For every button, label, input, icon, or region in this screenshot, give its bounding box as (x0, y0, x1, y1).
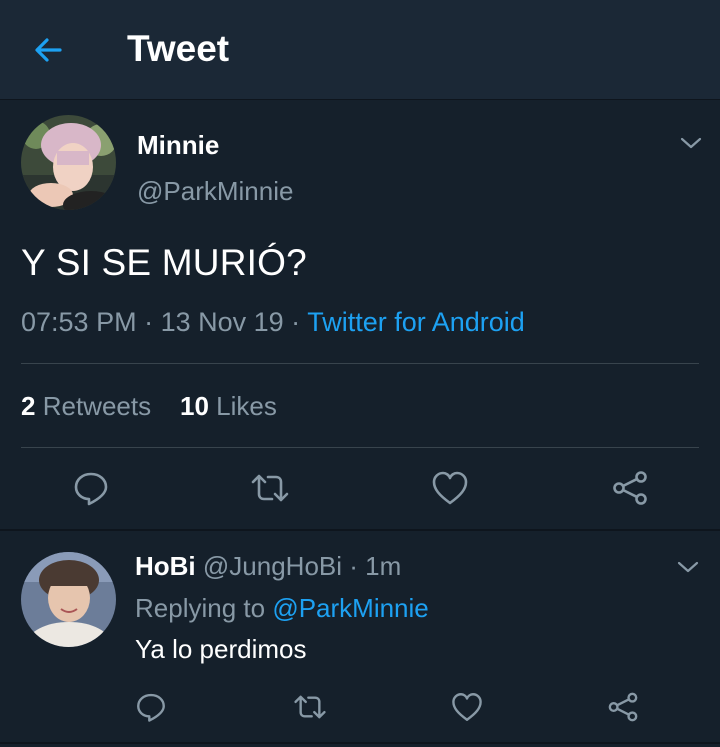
replying-to: Replying to @ParkMinnie (135, 593, 429, 624)
tweet-source-link[interactable]: Twitter for Android (307, 307, 525, 337)
tweet-time: 07:53 PM (21, 307, 137, 337)
app-header: Tweet (0, 0, 720, 100)
share-icon[interactable] (610, 468, 650, 508)
reply-text: Ya lo perdimos (135, 634, 307, 664)
reply-author-handle[interactable]: @JungHoBi (203, 551, 342, 581)
tweet-stats: 2 Retweets 10 Likes (21, 391, 277, 422)
section-divider (0, 529, 720, 531)
replying-mention-link[interactable]: @ParkMinnie (272, 593, 428, 623)
retweet-count[interactable]: 2 (21, 391, 35, 421)
like-heart-icon[interactable] (430, 468, 470, 508)
page-title: Tweet (127, 28, 230, 69)
reply-icon[interactable] (134, 690, 168, 724)
back-arrow-icon[interactable] (30, 32, 66, 68)
author-name[interactable]: Minnie (137, 130, 219, 161)
author-handle[interactable]: @ParkMinnie (137, 176, 293, 207)
chevron-down-icon[interactable] (679, 131, 703, 155)
author-avatar[interactable] (21, 115, 116, 210)
reply-header: HoBi @JungHoBi · 1m (135, 551, 401, 582)
retweet-icon[interactable] (250, 468, 290, 508)
reply-time: 1m (365, 551, 402, 581)
share-icon[interactable] (606, 690, 640, 724)
tweet-meta: 07:53 PM · 13 Nov 19 · Twitter for Andro… (21, 307, 525, 338)
replying-label: Replying to (135, 593, 273, 623)
tweet-date: 13 Nov 19 (160, 307, 284, 337)
retweet-icon[interactable] (293, 690, 327, 724)
divider (21, 447, 699, 448)
reply-author-avatar[interactable] (21, 552, 116, 647)
tweet-text: Y SI SE MURIÓ? (21, 242, 307, 283)
chevron-down-icon[interactable] (676, 555, 700, 579)
reply-author-name[interactable]: HoBi (135, 551, 196, 581)
meta-separator: · (136, 307, 161, 337)
like-heart-icon[interactable] (450, 690, 484, 724)
divider (21, 363, 699, 364)
section-divider (0, 742, 720, 744)
retweet-label[interactable]: Retweets (43, 391, 151, 421)
reply-separator: · (342, 551, 366, 581)
like-label[interactable]: Likes (216, 391, 277, 421)
meta-separator: · (283, 307, 308, 337)
like-count[interactable]: 10 (180, 391, 209, 421)
reply-icon[interactable] (71, 468, 111, 508)
